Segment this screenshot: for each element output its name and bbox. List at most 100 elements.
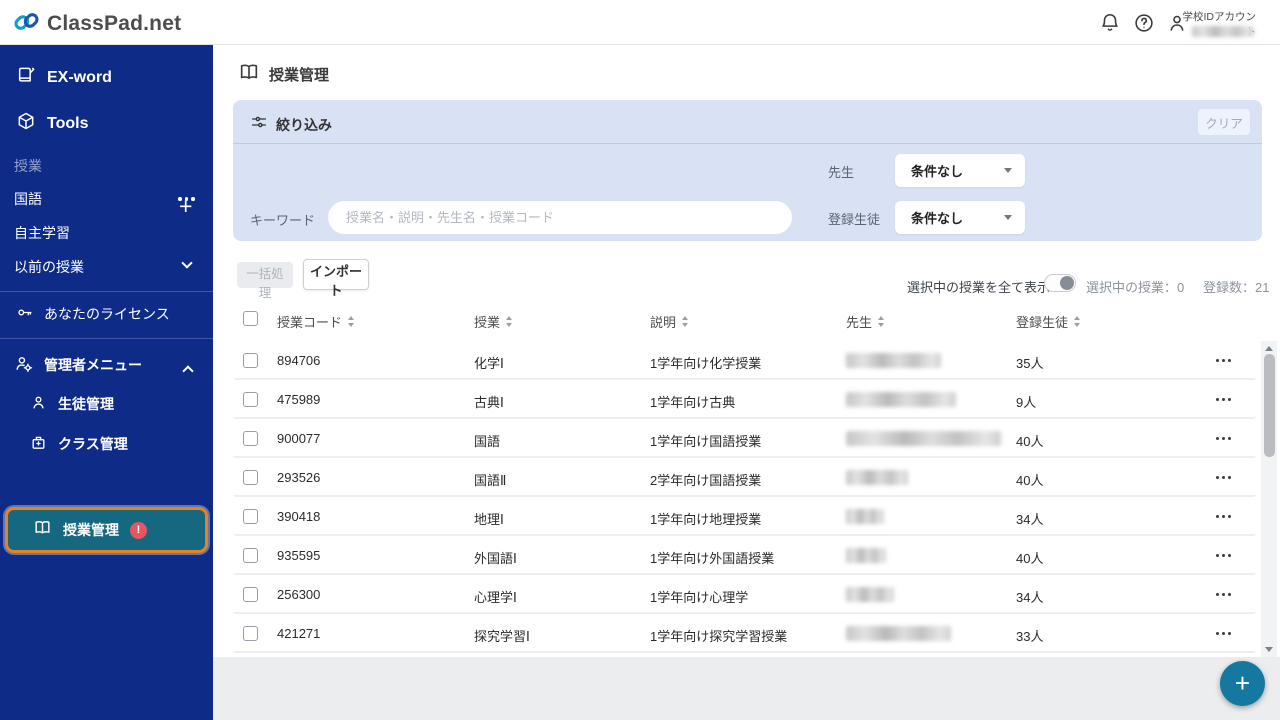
scrollbar-thumb[interactable]: [1264, 354, 1275, 457]
row-checkbox[interactable]: [243, 509, 258, 524]
column-header-code[interactable]: 授業コード: [277, 312, 354, 331]
row-checkbox[interactable]: [243, 626, 258, 641]
row-menu-button[interactable]: [1216, 398, 1231, 401]
table-row[interactable]: 935595 外国語Ⅰ 1学年向け外国語授業 40人: [233, 536, 1256, 575]
column-label: 授業コード: [277, 312, 342, 331]
class-description: 1学年向け探究学習授業: [650, 626, 787, 645]
keyword-search-input[interactable]: [328, 201, 792, 234]
table-row[interactable]: 894706 化学Ⅰ 1学年向け化学授業 35人: [233, 341, 1256, 380]
column-header-name[interactable]: 授業: [474, 312, 512, 331]
kokugo-menu-icon[interactable]: [178, 197, 195, 201]
redacted-account-id: [1192, 26, 1254, 37]
row-menu-button[interactable]: [1216, 476, 1231, 479]
class-description: 2学年向け国語授業: [650, 470, 761, 489]
add-class-fab-button[interactable]: +: [1220, 661, 1265, 706]
row-checkbox[interactable]: [243, 353, 258, 368]
row-checkbox[interactable]: [243, 431, 258, 446]
table-row[interactable]: 293526 国語Ⅱ 2学年向け国語授業 40人: [233, 458, 1256, 497]
row-menu-button[interactable]: [1216, 359, 1231, 362]
clear-filter-button[interactable]: クリア: [1198, 109, 1250, 135]
class-name: 国語: [474, 431, 500, 450]
class-name: 国語Ⅱ: [474, 470, 506, 489]
sidebar-item-admin-menu[interactable]: 管理者メニュー: [14, 354, 142, 376]
sort-icon: [682, 316, 688, 327]
chain-link-icon: [13, 8, 40, 40]
scroll-down-arrow-icon[interactable]: [1265, 647, 1273, 652]
table-row[interactable]: 421271 探究学習Ⅰ 1学年向け探究学習授業 33人: [233, 614, 1256, 653]
column-label: 授業: [474, 312, 500, 331]
row-checkbox[interactable]: [243, 548, 258, 563]
sidebar-divider: [0, 291, 213, 292]
sidebar-item-previous-classes[interactable]: 以前の授業: [14, 257, 84, 277]
sidebar-item-exword[interactable]: EX-word: [16, 65, 112, 90]
person-icon: [30, 394, 47, 414]
classpad-logo[interactable]: ClassPad.net: [13, 8, 181, 40]
sidebar-item-tools[interactable]: Tools: [16, 111, 88, 136]
column-header-students[interactable]: 登録生徒: [1016, 312, 1080, 331]
column-label: 先生: [846, 312, 872, 331]
class-code: 900077: [277, 431, 320, 446]
sidebar-section-classes: 授業: [14, 156, 42, 176]
column-header-teacher[interactable]: 先生: [846, 312, 884, 331]
sidebar-item-student-mgmt[interactable]: 生徒管理: [30, 394, 114, 414]
row-checkbox[interactable]: [243, 392, 258, 407]
registered-students-filter-select[interactable]: 条件なし: [895, 201, 1025, 234]
row-menu-button[interactable]: [1216, 593, 1231, 596]
top-header: ClassPad.net 学校IDアカウント: [0, 0, 1280, 45]
class-name: 古典Ⅰ: [474, 392, 504, 411]
chevron-up-icon[interactable]: [182, 365, 193, 376]
sidebar-item-label: クラス管理: [58, 434, 128, 454]
row-menu-button[interactable]: [1216, 554, 1231, 557]
redacted-teacher-name: [846, 626, 951, 641]
selected-value: 条件なし: [911, 208, 963, 227]
table-scrollbar[interactable]: [1261, 341, 1277, 657]
table-body: 894706 化学Ⅰ 1学年向け化学授業 35人 475989 古典Ⅰ 1学年向…: [233, 341, 1256, 657]
student-count: 34人: [1016, 509, 1043, 528]
sidebar-item-label: 以前の授業: [14, 257, 84, 277]
row-checkbox[interactable]: [243, 470, 258, 485]
class-name: 外国語Ⅰ: [474, 548, 517, 567]
row-menu-button[interactable]: [1216, 515, 1231, 518]
student-count: 40人: [1016, 431, 1043, 450]
show-selected-toggle[interactable]: [1044, 274, 1076, 292]
sidebar-item-label: 国語: [14, 189, 42, 209]
sidebar-item-class-group-mgmt[interactable]: クラス管理: [30, 434, 128, 454]
toggle-knob: [1060, 276, 1074, 290]
class-description: 1学年向け化学授業: [650, 353, 761, 372]
column-header-desc[interactable]: 説明: [650, 312, 688, 331]
tune-sliders-icon: [250, 113, 268, 136]
class-description: 1学年向け古典: [650, 392, 735, 411]
sidebar-item-label: あなたのライセンス: [44, 304, 170, 324]
column-label: 説明: [650, 312, 676, 331]
sidebar-item-kokugo[interactable]: 国語: [14, 189, 42, 209]
teacher-filter-select[interactable]: 条件なし: [895, 154, 1025, 187]
cube-icon: [16, 111, 36, 136]
sidebar-item-self-study[interactable]: 自主学習: [14, 223, 70, 243]
notification-bell-icon[interactable]: [1099, 12, 1121, 34]
student-count: 35人: [1016, 353, 1043, 372]
table-row[interactable]: 256300 心理学Ⅰ 1学年向け心理学 34人: [233, 575, 1256, 614]
open-book-icon: [238, 61, 260, 88]
bulk-action-button[interactable]: 一括処理: [237, 262, 293, 288]
scroll-up-arrow-icon[interactable]: [1265, 346, 1273, 351]
sort-icon: [506, 316, 512, 327]
chevron-down-icon[interactable]: [181, 257, 192, 268]
row-menu-button[interactable]: [1216, 437, 1231, 440]
row-menu-button[interactable]: [1216, 632, 1231, 635]
table-row[interactable]: 475989 古典Ⅰ 1学年向け古典 9人: [233, 380, 1256, 419]
import-button[interactable]: インポート: [303, 259, 369, 290]
class-code: 390418: [277, 509, 320, 524]
show-selected-toggle-label: 選択中の授業を全て表示: [907, 277, 1050, 296]
dictionary-icon: [16, 65, 36, 90]
row-checkbox[interactable]: [243, 587, 258, 602]
select-all-checkbox[interactable]: [243, 311, 258, 326]
page-header: 授業管理: [238, 61, 329, 88]
sidebar-item-label: Tools: [47, 115, 88, 133]
table-row[interactable]: 900077 国語 1学年向け国語授業 40人: [233, 419, 1256, 458]
class-code: 256300: [277, 587, 320, 602]
help-icon[interactable]: [1133, 12, 1155, 34]
sidebar-item-label: 管理者メニュー: [44, 355, 142, 375]
sidebar-item-license[interactable]: あなたのライセンス: [16, 304, 170, 324]
sidebar-item-lesson-mgmt-active[interactable]: 授業管理 !: [5, 507, 208, 553]
table-row[interactable]: 390418 地理Ⅰ 1学年向け地理授業 34人: [233, 497, 1256, 536]
